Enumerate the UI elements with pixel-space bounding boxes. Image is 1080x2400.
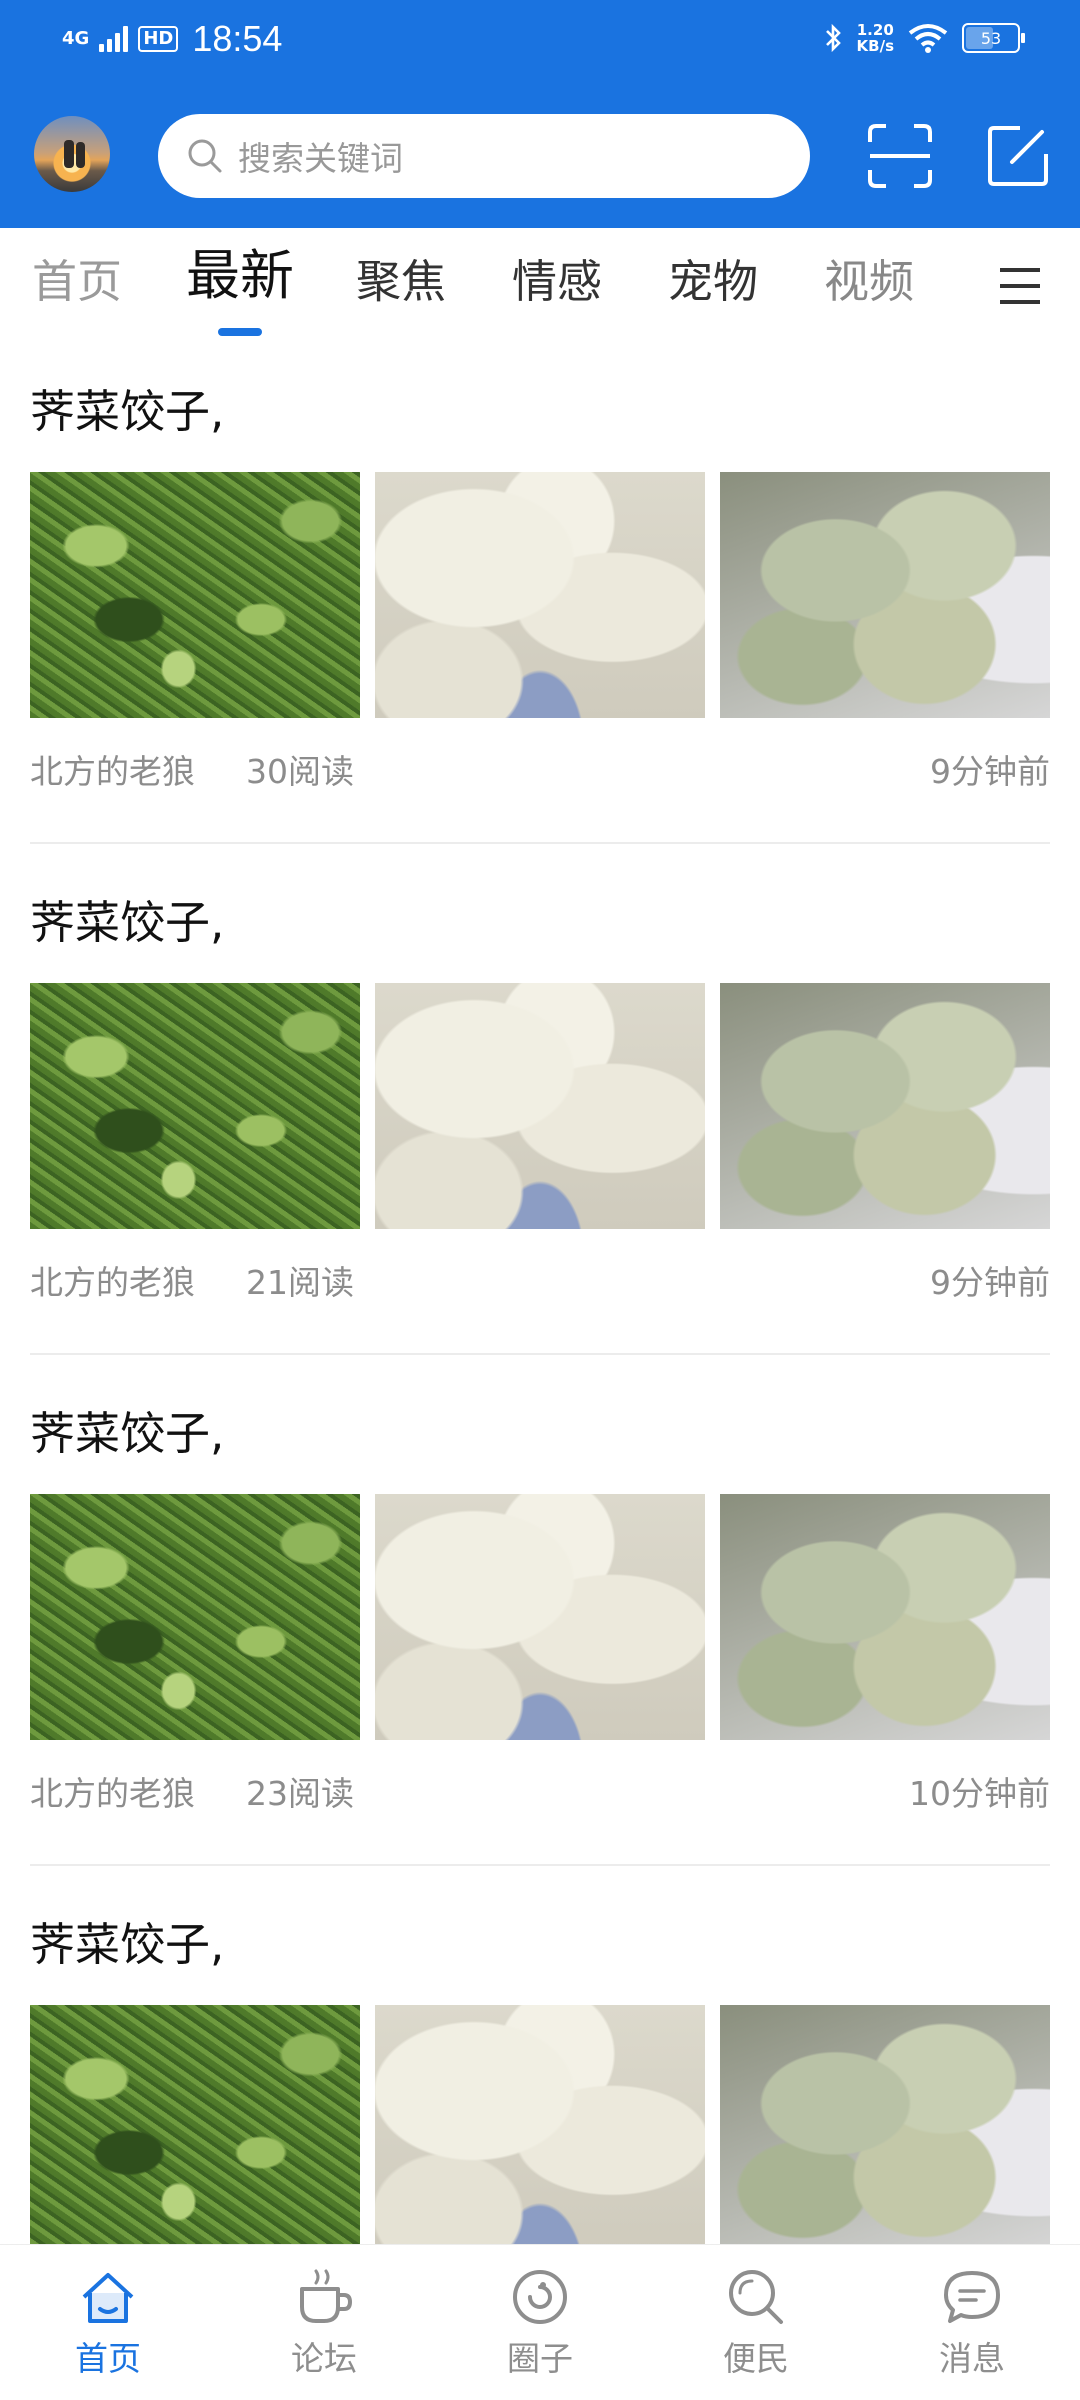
nav-label: 首页 (75, 2339, 141, 2378)
tab-video[interactable]: 视频 (824, 254, 914, 310)
nav-label: 论坛 (291, 2339, 357, 2378)
article-title: 荠菜饺子, (30, 1407, 225, 1460)
speed-value: 1.20 (856, 21, 894, 39)
home-icon (82, 2273, 134, 2323)
article-title: 荠菜饺子, (30, 385, 225, 438)
article-image[interactable] (375, 472, 705, 718)
nav-circle[interactable]: 圈子 (432, 2245, 648, 2400)
category-tabs: 首页 最新 聚焦 情感 宠物 视频 (0, 228, 1080, 340)
nav-forum[interactable]: 论坛 (216, 2245, 432, 2400)
article-image[interactable] (720, 2005, 1050, 2251)
post-time: 10分钟前 (909, 1774, 1050, 1813)
tab-pets[interactable]: 宠物 (668, 254, 758, 310)
nav-label: 圈子 (507, 2339, 573, 2378)
read-count: 21阅读 (246, 1263, 354, 1302)
tab-home[interactable]: 首页 (32, 254, 122, 310)
active-tab-indicator (218, 328, 262, 336)
divider (30, 842, 1050, 844)
post-time: 9分钟前 (930, 1263, 1050, 1302)
nav-label: 便民 (723, 2339, 789, 2378)
search-icon (188, 139, 222, 173)
article-images (30, 2005, 1050, 2251)
chat-bubble-icon (944, 2271, 1000, 2323)
network-type: 4G (62, 28, 90, 49)
app-header: 4G HD 18:54 1.20 KB/s 53 搜索关键词 (0, 0, 1080, 228)
nav-services[interactable]: 便民 (648, 2245, 864, 2400)
article-title: 荠菜饺子, (30, 896, 225, 949)
article-image[interactable] (30, 1494, 360, 1740)
nav-messages[interactable]: 消息 (864, 2245, 1080, 2400)
search-icon (729, 2270, 783, 2324)
read-count: 30阅读 (246, 752, 354, 791)
nav-home[interactable]: 首页 (0, 2245, 216, 2400)
article-image[interactable] (720, 472, 1050, 718)
hd-badge: HD (138, 26, 179, 52)
article-image[interactable] (375, 2005, 705, 2251)
status-bar: 4G HD 18:54 1.20 KB/s 53 (0, 0, 1080, 84)
article-image[interactable] (30, 983, 360, 1229)
article-meta: 北方的老狼 23阅读 10分钟前 (30, 1772, 1050, 1816)
article-image[interactable] (375, 983, 705, 1229)
user-avatar[interactable] (34, 116, 110, 192)
article-meta: 北方的老狼 21阅读 9分钟前 (30, 1261, 1050, 1305)
coffee-cup-icon (300, 2269, 353, 2323)
article-image[interactable] (30, 472, 360, 718)
battery-level: 53 (980, 28, 1002, 48)
menu-icon[interactable] (998, 266, 1042, 306)
signal-icon (99, 26, 129, 52)
article-author[interactable]: 北方的老狼 (30, 1772, 195, 1816)
article-image[interactable] (375, 1494, 705, 1740)
bluetooth-icon (825, 23, 841, 53)
circle-icon (513, 2270, 567, 2324)
article-image[interactable] (30, 2005, 360, 2251)
article-author[interactable]: 北方的老狼 (30, 750, 195, 794)
clock: 18:54 (192, 18, 283, 59)
article-images (30, 983, 1050, 1229)
tab-latest[interactable]: 最新 (186, 248, 294, 304)
article-images (30, 472, 1050, 718)
wifi-icon (908, 24, 948, 53)
battery-icon: 53 (962, 23, 1025, 53)
bottom-nav: 首页 论坛 圈子 便民 消息 (0, 2244, 1080, 2400)
article-author[interactable]: 北方的老狼 (30, 1261, 195, 1305)
article-meta: 北方的老狼 30阅读 9分钟前 (30, 750, 1050, 794)
divider (30, 1353, 1050, 1355)
speed-unit: KB/s (856, 37, 894, 55)
article-image[interactable] (720, 1494, 1050, 1740)
post-time: 9分钟前 (930, 752, 1050, 791)
edit-icon[interactable] (984, 122, 1052, 190)
divider (30, 1864, 1050, 1866)
article-title: 荠菜饺子, (30, 1918, 225, 1971)
tab-focus[interactable]: 聚焦 (356, 254, 446, 310)
read-count: 23阅读 (246, 1774, 354, 1813)
network-speed: 1.20 KB/s (857, 22, 894, 54)
nav-label: 消息 (939, 2339, 1005, 2378)
article-image[interactable] (720, 983, 1050, 1229)
scan-icon[interactable] (866, 122, 934, 190)
article-images (30, 1494, 1050, 1740)
search-placeholder: 搜索关键词 (238, 139, 403, 178)
search-box[interactable]: 搜索关键词 (158, 114, 810, 198)
tab-emotion[interactable]: 情感 (512, 254, 602, 310)
